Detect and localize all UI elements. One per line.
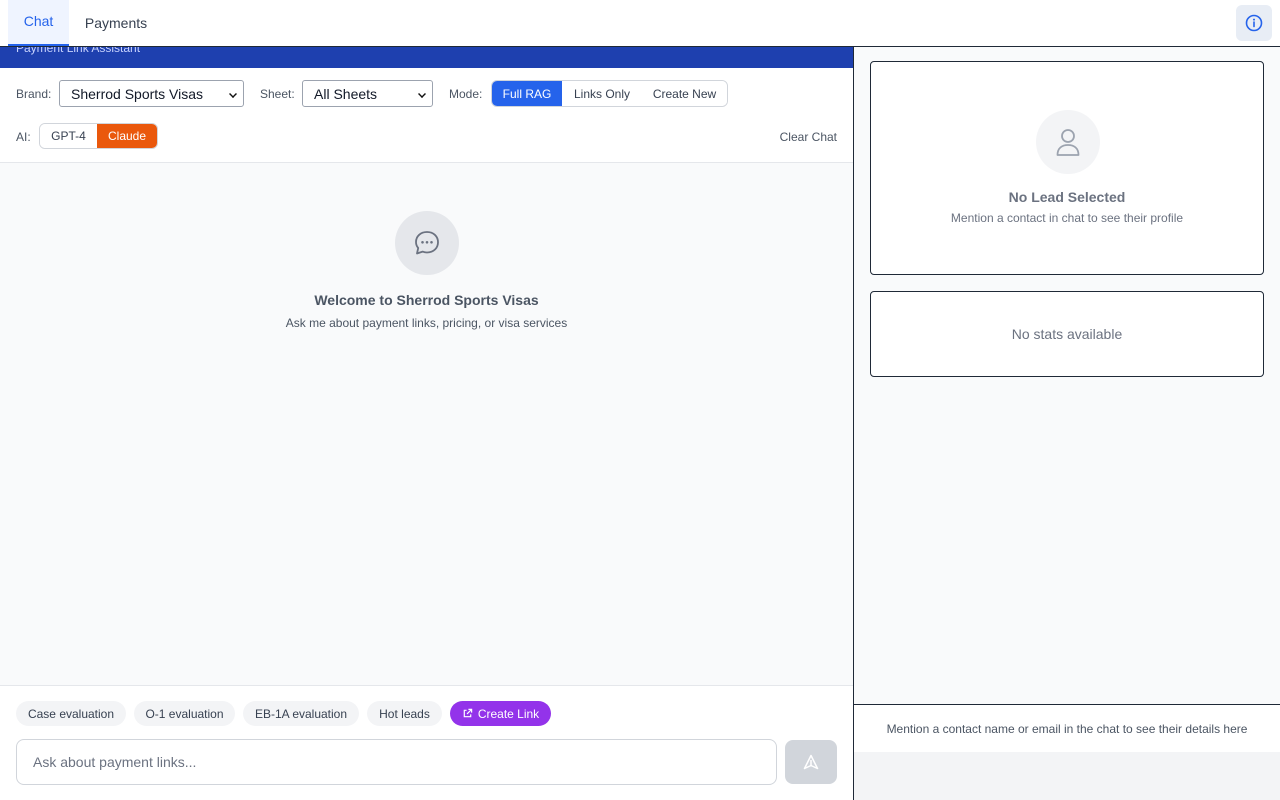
assistant-banner: Payment Link Assistant (0, 47, 853, 68)
lead-sidebar: No Lead Selected Mention a contact in ch… (853, 47, 1280, 800)
welcome-title: Welcome to Sherrod Sports Visas (314, 292, 539, 308)
chat-panel: Payment Link Assistant Brand: Sherrod Sp… (0, 47, 853, 800)
info-icon (1245, 14, 1263, 32)
lead-title: No Lead Selected (1008, 189, 1126, 205)
composer-area: Case evaluation O-1 evaluation EB-1A eva… (0, 685, 853, 800)
quick-action-hot-leads[interactable]: Hot leads (367, 701, 442, 726)
chat-input[interactable]: Ask about payment links... (16, 739, 777, 785)
lead-subtitle: Mention a contact in chat to see their p… (950, 211, 1184, 225)
top-nav: Chat Payments (0, 0, 1280, 47)
stats-empty-text: No stats available (1011, 326, 1123, 342)
mode-label: Mode: (449, 87, 483, 101)
quick-action-o1-evaluation[interactable]: O-1 evaluation (134, 701, 235, 726)
ai-claude-button[interactable]: Claude (97, 124, 157, 148)
mode-full-rag-button[interactable]: Full RAG (492, 81, 562, 106)
ai-label: AI: (16, 130, 31, 144)
banner-subtitle: Payment Link Assistant (16, 47, 141, 55)
stats-card: No stats available (870, 291, 1264, 377)
welcome-subtitle: Ask me about payment links, pricing, or … (285, 316, 568, 330)
sheet-select[interactable]: All Sheets (302, 80, 433, 107)
ai-toggle: GPT-4 Claude (39, 123, 158, 149)
brand-select[interactable]: Sherrod Sports Visas (59, 80, 244, 107)
chat-controls: Brand: Sherrod Sports Visas Sheet: All S… (0, 68, 853, 163)
chevron-down-icon (418, 90, 426, 98)
quick-action-eb1a-evaluation[interactable]: EB-1A evaluation (243, 701, 359, 726)
create-link-label: Create Link (477, 706, 540, 721)
sidebar-bottom-area (854, 752, 1280, 800)
mode-create-new-button[interactable]: Create New (642, 81, 727, 106)
mode-toggle: Full RAG Links Only Create New (491, 80, 728, 107)
send-icon (803, 754, 819, 770)
brand-label: Brand: (16, 87, 52, 101)
info-button[interactable] (1236, 5, 1272, 41)
tab-payments[interactable]: Payments (76, 0, 156, 46)
tab-chat[interactable]: Chat (8, 0, 69, 46)
create-link-button[interactable]: Create Link (450, 701, 551, 726)
mode-links-only-button[interactable]: Links Only (562, 81, 642, 106)
sidebar-hint: Mention a contact name or email in the c… (854, 704, 1280, 752)
send-button[interactable] (785, 740, 837, 784)
brand-select-value: Sherrod Sports Visas (71, 85, 204, 102)
external-link-icon (463, 708, 473, 718)
sheet-select-value: All Sheets (314, 85, 378, 102)
chevron-down-icon (229, 90, 237, 98)
chat-input-placeholder: Ask about payment links... (33, 754, 197, 770)
avatar (1036, 110, 1100, 174)
sheet-label: Sheet: (260, 87, 295, 101)
clear-chat-button[interactable]: Clear Chat (780, 130, 837, 144)
user-icon (1056, 129, 1080, 156)
lead-profile-card: No Lead Selected Mention a contact in ch… (870, 61, 1264, 275)
chat-bubble-icon (395, 211, 459, 275)
quick-action-case-evaluation[interactable]: Case evaluation (16, 701, 126, 726)
ai-gpt4-button[interactable]: GPT-4 (40, 124, 97, 148)
